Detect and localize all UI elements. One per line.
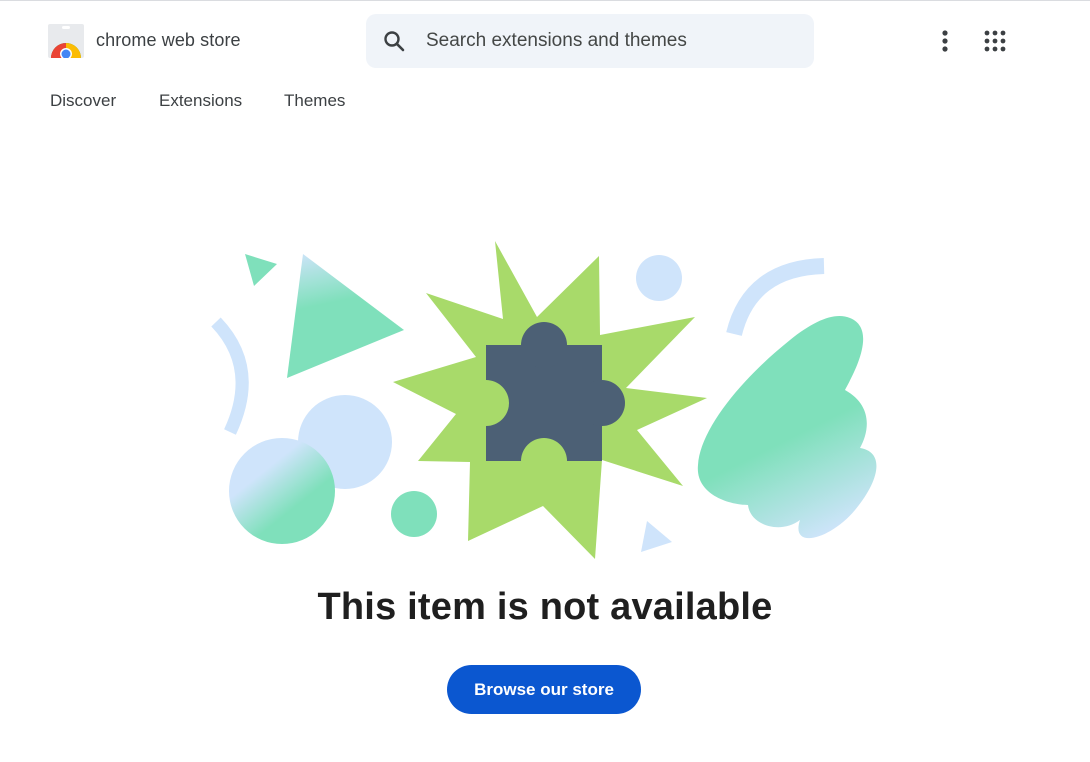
nav-item-extensions[interactable]: Extensions bbox=[159, 91, 242, 111]
chrome-web-store-logo[interactable] bbox=[48, 24, 84, 60]
apps-grid-icon[interactable] bbox=[983, 29, 1007, 53]
header: chrome web store bbox=[0, 1, 1090, 71]
brand-name[interactable]: chrome web store bbox=[96, 30, 241, 51]
more-vert-icon[interactable] bbox=[932, 27, 958, 55]
page-title: This item is not available bbox=[317, 586, 773, 628]
small-triangle-shape bbox=[245, 254, 277, 286]
search-icon[interactable] bbox=[382, 29, 406, 53]
small-blue-triangle-shape bbox=[641, 521, 672, 552]
mint-circle-shape bbox=[391, 491, 437, 537]
big-triangle-shape bbox=[287, 254, 404, 378]
not-available-illustration bbox=[211, 241, 877, 559]
search-input[interactable] bbox=[426, 14, 796, 68]
mint-blob-shape bbox=[697, 316, 877, 539]
browse-store-button[interactable]: Browse our store bbox=[447, 665, 641, 714]
nav-item-themes[interactable]: Themes bbox=[284, 91, 345, 111]
small-blue-circle-shape bbox=[636, 255, 682, 301]
left-arc-shape bbox=[211, 317, 249, 435]
right-arc-shape bbox=[726, 258, 825, 337]
search-box[interactable] bbox=[366, 14, 814, 68]
nav-item-discover[interactable]: Discover bbox=[50, 91, 116, 111]
top-nav: Discover Extensions Themes bbox=[0, 82, 1090, 118]
gradient-circle-shape bbox=[229, 438, 335, 544]
